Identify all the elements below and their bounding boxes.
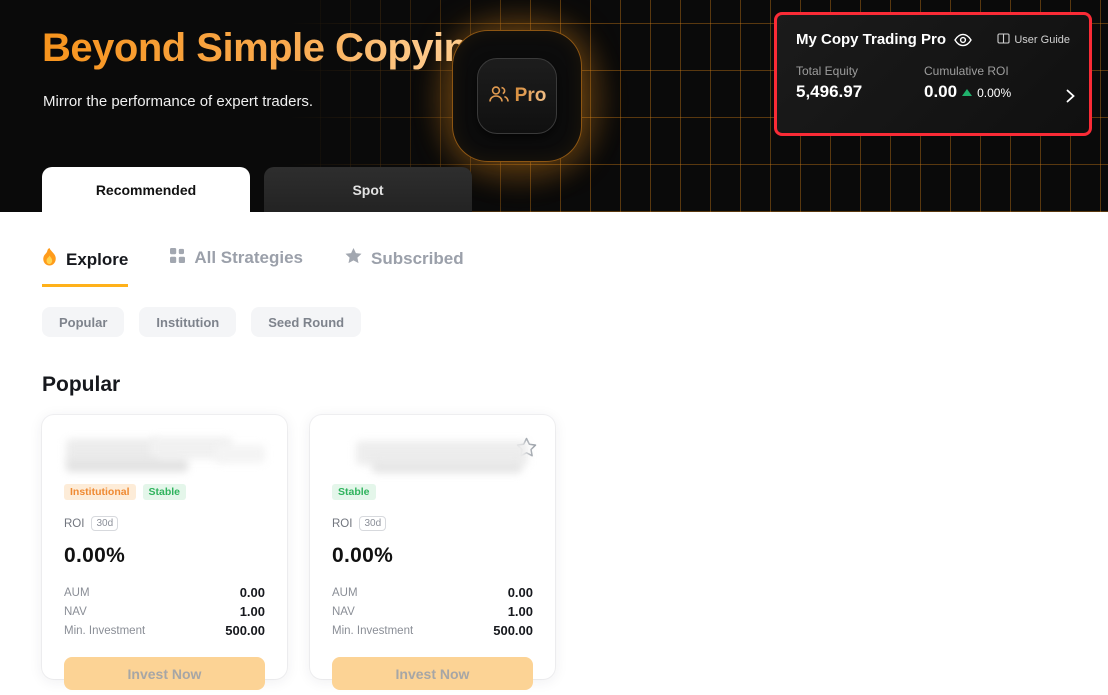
pro-badge: Pro: [452, 30, 582, 162]
main-content: Explore All Strategies Subscribed: [0, 212, 1108, 679]
stat-row-nav: NAV 1.00: [332, 602, 533, 621]
strategy-cards: Institutional Stable ROI 30d 0.00% AUM 0…: [42, 415, 1066, 679]
stat-value: 1.00: [508, 604, 533, 619]
tab-recommended[interactable]: Recommended: [42, 167, 250, 212]
stat-value: 500.00: [225, 623, 265, 638]
stat-row-aum: AUM 0.00: [332, 583, 533, 602]
roi-period-badge: 30d: [91, 516, 118, 531]
filter-chips: Popular Institution Seed Round: [42, 307, 1066, 337]
page-title: Beyond Simple Copying: [42, 26, 492, 71]
roi-period-badge: 30d: [359, 516, 386, 531]
stats-list: AUM 0.00 NAV 1.00 Min. Investment 500.00: [332, 583, 533, 640]
stat-label: Min. Investment: [332, 625, 413, 637]
stat-value: 0.00: [508, 585, 533, 600]
invest-now-button[interactable]: Invest Now: [64, 657, 265, 690]
total-equity-value: 5,496.97: [796, 82, 924, 102]
tag-stable: Stable: [143, 484, 187, 500]
tab-explore-label: Explore: [66, 250, 128, 270]
section-title: Popular: [42, 373, 1066, 397]
redacted-strategy-name: [64, 437, 265, 481]
roi-label: ROI: [64, 518, 84, 530]
pro-badge-inner: Pro: [477, 58, 557, 134]
tab-explore[interactable]: Explore: [42, 248, 128, 287]
roi-value: 0.00%: [332, 544, 533, 568]
filter-institution[interactable]: Institution: [139, 307, 236, 337]
strategy-card[interactable]: Stable ROI 30d 0.00% AUM 0.00 NAV 1.00 M…: [310, 415, 555, 679]
invest-now-button[interactable]: Invest Now: [332, 657, 533, 690]
stat-value: 0.00: [240, 585, 265, 600]
tab-subscribed-label: Subscribed: [371, 249, 464, 269]
total-equity-label: Total Equity: [796, 64, 924, 78]
stat-row-min-investment: Min. Investment 500.00: [64, 621, 265, 640]
stat-value: 500.00: [493, 623, 533, 638]
eye-icon[interactable]: [954, 33, 972, 47]
page-subtitle: Mirror the performance of expert traders…: [43, 93, 313, 110]
flame-icon: [42, 248, 57, 271]
people-icon: [488, 84, 510, 109]
tag-row: Institutional Stable: [64, 484, 265, 500]
strategy-nav-tabs: Explore All Strategies Subscribed: [42, 248, 1066, 287]
equity-panel-title: My Copy Trading Pro: [796, 31, 946, 48]
user-guide-link[interactable]: User Guide: [997, 33, 1070, 47]
stat-label: AUM: [332, 587, 358, 599]
tag-stable: Stable: [332, 484, 376, 500]
chevron-right-icon[interactable]: [1066, 89, 1075, 108]
stat-label: NAV: [64, 606, 87, 618]
grid-icon: [170, 248, 185, 268]
hero-banner: Beyond Simple Copying Mirror the perform…: [0, 0, 1108, 212]
strategy-card[interactable]: Institutional Stable ROI 30d 0.00% AUM 0…: [42, 415, 287, 679]
mode-tabs: Recommended Spot: [42, 167, 472, 212]
stat-row-aum: AUM 0.00: [64, 583, 265, 602]
stat-value: 1.00: [240, 604, 265, 619]
cumulative-roi-pct: 0.00%: [977, 86, 1011, 100]
tab-all-strategies-label: All Strategies: [194, 248, 303, 268]
tag-institutional: Institutional: [64, 484, 136, 500]
user-guide-label: User Guide: [1014, 34, 1070, 46]
stat-label: NAV: [332, 606, 355, 618]
stats-list: AUM 0.00 NAV 1.00 Min. Investment 500.00: [64, 583, 265, 640]
filter-popular[interactable]: Popular: [42, 307, 124, 337]
roi-label: ROI: [332, 518, 352, 530]
stat-row-min-investment: Min. Investment 500.00: [332, 621, 533, 640]
roi-up-icon: [962, 89, 972, 96]
tag-row: Stable: [332, 484, 533, 500]
roi-value: 0.00%: [64, 544, 265, 568]
stat-label: AUM: [64, 587, 90, 599]
stat-label: Min. Investment: [64, 625, 145, 637]
cumulative-roi-value: 0.00: [924, 82, 957, 102]
star-icon: [345, 248, 362, 269]
tab-all-strategies[interactable]: All Strategies: [170, 248, 303, 284]
stat-row-nav: NAV 1.00: [64, 602, 265, 621]
book-icon: [997, 33, 1010, 47]
tab-subscribed[interactable]: Subscribed: [345, 248, 464, 285]
filter-seed-round[interactable]: Seed Round: [251, 307, 361, 337]
pro-badge-label: Pro: [515, 85, 547, 107]
cumulative-roi-label: Cumulative ROI: [924, 64, 1011, 78]
equity-panel[interactable]: My Copy Trading Pro User Guide To: [774, 12, 1092, 136]
redacted-strategy-name: [332, 437, 533, 481]
tab-spot[interactable]: Spot: [264, 167, 472, 212]
